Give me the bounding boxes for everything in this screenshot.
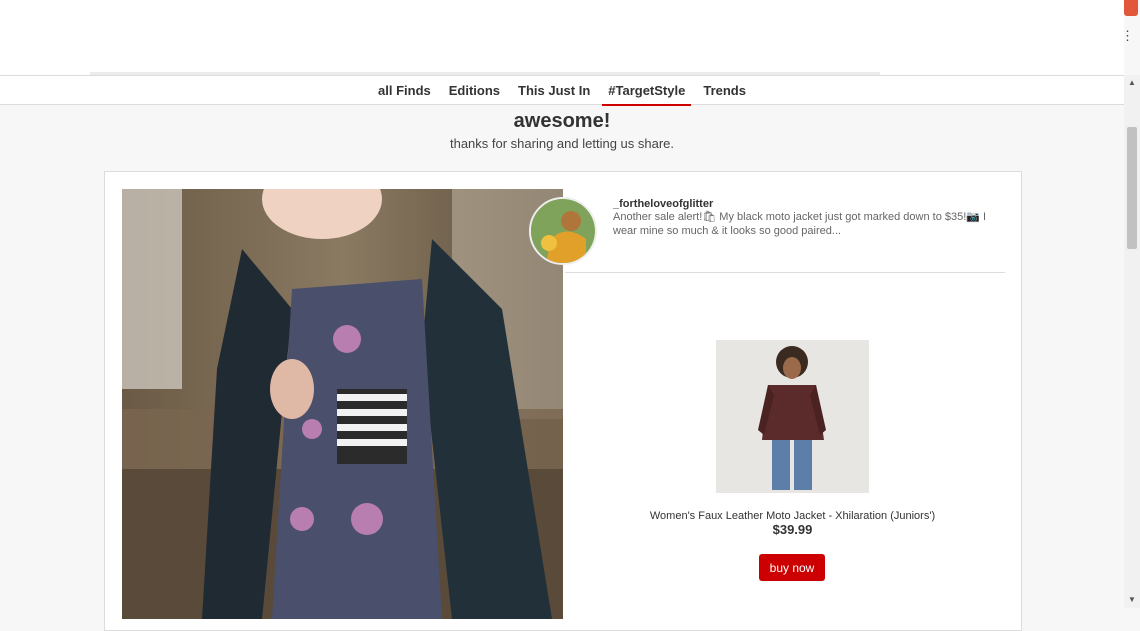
user-avatar[interactable] [529,197,597,265]
scroll-up-arrow[interactable]: ▲ [1124,75,1140,91]
tab-this-just-in[interactable]: This Just In [518,77,590,104]
post-divider [565,272,1005,273]
product-photo-graphic [716,340,869,493]
product-price: $39.99 [772,522,813,537]
post-caption: Another sale alert!🛍 My black moto jacke… [613,211,987,237]
buy-now-button[interactable]: buy now [759,554,825,581]
vertical-scrollbar[interactable]: ▲ ▼ [1124,75,1140,608]
tab-trends[interactable]: Trends [703,77,746,104]
product-photo[interactable] [716,340,869,493]
outfit-photo[interactable] [122,189,563,619]
browser-top-area [0,0,1124,75]
category-nav: all Finds Editions This Just In #TargetS… [0,75,1124,106]
tab-targetstyle[interactable]: #TargetStyle [602,77,692,106]
post-card: _fortheloveofglitter Another sale alert!… [104,171,1022,631]
tab-editions[interactable]: Editions [449,77,500,104]
tab-all-finds[interactable]: all Finds [378,77,431,104]
product-title[interactable]: Women's Faux Leather Moto Jacket - Xhila… [565,510,1020,522]
page-subtitle: thanks for sharing and letting us share. [449,136,675,151]
page-title: awesome! [513,110,611,132]
scrollbar-thumb[interactable] [1127,127,1137,249]
corner-badge [1124,0,1138,16]
outfit-photo-graphic [122,189,563,619]
user-avatar-graphic [531,199,595,263]
scroll-down-arrow[interactable]: ▼ [1124,592,1140,608]
more-vertical-icon[interactable]: ⋮ [1121,29,1134,42]
post-username[interactable]: _fortheloveofglitter [613,198,713,210]
